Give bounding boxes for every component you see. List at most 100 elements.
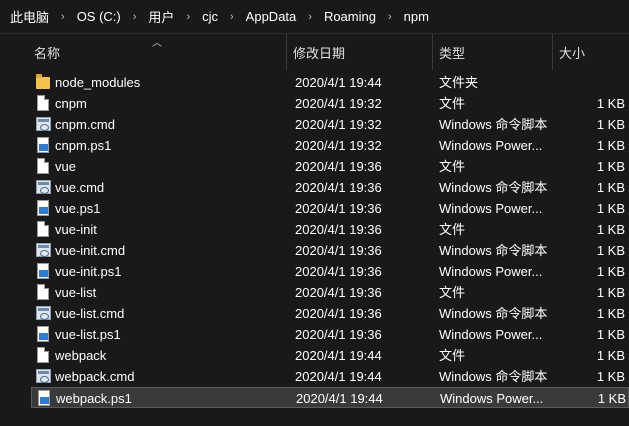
file-row[interactable]: vue-init 2020/4/1 19:36 文件 1 KB xyxy=(31,219,629,240)
cmd-script-icon-shape xyxy=(36,369,51,383)
file-name: vue-list.ps1 xyxy=(55,327,121,342)
file-size: 1 KB xyxy=(596,306,625,321)
powershell-script-icon xyxy=(35,137,51,154)
powershell-script-icon xyxy=(35,200,51,217)
file-date: 2020/4/1 19:36 xyxy=(295,243,382,258)
file-date: 2020/4/1 19:32 xyxy=(295,138,382,153)
file-icon xyxy=(35,284,51,301)
file-name: webpack.ps1 xyxy=(56,391,132,406)
file-type: Windows Power... xyxy=(439,201,543,216)
file-size: 1 KB xyxy=(596,159,625,174)
file-size: 1 KB xyxy=(596,138,625,153)
file-date: 2020/4/1 19:36 xyxy=(295,264,382,279)
file-type: Windows 命令脚本 xyxy=(439,306,548,321)
file-row[interactable]: webpack 2020/4/1 19:44 文件 1 KB xyxy=(31,345,629,366)
file-size: 1 KB xyxy=(596,117,625,132)
powershell-script-icon xyxy=(36,390,52,407)
powershell-script-icon-shape xyxy=(37,326,49,342)
file-row[interactable]: webpack.cmd 2020/4/1 19:44 Windows 命令脚本 1 K… xyxy=(31,366,629,387)
file-row[interactable]: node_modules 2020/4/1 19:44 文件夹 xyxy=(31,72,629,93)
chevron-right-icon[interactable]: › xyxy=(380,11,400,23)
column-header-date-label: 修改日期 xyxy=(293,45,346,61)
file-row[interactable]: vue-list.cmd 2020/4/1 19:36 Windows 命令脚本 1 … xyxy=(31,303,629,324)
chevron-right-icon[interactable]: › xyxy=(300,11,320,23)
breadcrumb-item-npm[interactable]: npm xyxy=(400,9,433,24)
file-icon xyxy=(35,158,51,175)
file-type: 文件 xyxy=(439,348,466,363)
file-date: 2020/4/1 19:44 xyxy=(295,75,382,90)
column-header-size-label: 大小 xyxy=(559,45,586,61)
breadcrumb-item-this-pc[interactable]: 此电脑 xyxy=(6,7,53,26)
breadcrumb-item-user[interactable]: cjc xyxy=(198,9,222,24)
column-header-size[interactable]: 大小 xyxy=(552,34,629,70)
cmd-script-icon-shape xyxy=(36,306,51,320)
column-header-type[interactable]: 类型 xyxy=(432,34,552,70)
file-type: 文件 xyxy=(439,285,466,300)
file-row[interactable]: vue.ps1 2020/4/1 19:36 Windows Power... 1 K… xyxy=(31,198,629,219)
breadcrumb-item-appdata[interactable]: AppData xyxy=(242,9,301,24)
file-row[interactable]: cnpm.cmd 2020/4/1 19:32 Windows 命令脚本 1 KB xyxy=(31,114,629,135)
file-row[interactable]: vue-init.ps1 2020/4/1 19:36 Windows Power.… xyxy=(31,261,629,282)
file-icon xyxy=(35,347,51,364)
cmd-script-icon xyxy=(35,305,51,322)
file-icon xyxy=(35,95,51,112)
file-type: Windows Power... xyxy=(439,138,543,153)
breadcrumb-item-roaming[interactable]: Roaming xyxy=(320,9,380,24)
file-date: 2020/4/1 19:44 xyxy=(295,369,382,384)
file-size xyxy=(555,72,625,93)
file-name: vue xyxy=(55,159,76,174)
file-size: 1 KB xyxy=(596,264,625,279)
file-size: 1 KB xyxy=(596,201,625,216)
file-type: Windows 命令脚本 xyxy=(439,180,548,195)
file-type: Windows Power... xyxy=(439,327,543,342)
powershell-script-icon-shape xyxy=(38,390,50,406)
file-name: vue-init.cmd xyxy=(55,243,126,258)
file-name: vue.ps1 xyxy=(55,201,101,216)
file-row[interactable]: webpack.ps1 2020/4/1 19:44 Windows Power..… xyxy=(31,387,629,408)
file-row[interactable]: vue 2020/4/1 19:36 文件 1 KB xyxy=(31,156,629,177)
file-name: vue.cmd xyxy=(55,180,105,195)
file-row[interactable]: vue-list.ps1 2020/4/1 19:36 Windows Power.… xyxy=(31,324,629,345)
file-row[interactable]: vue-list 2020/4/1 19:36 文件 1 KB xyxy=(31,282,629,303)
cmd-script-icon-shape xyxy=(36,180,51,194)
cmd-script-icon-shape xyxy=(36,117,51,131)
chevron-right-icon[interactable]: › xyxy=(222,11,242,23)
cmd-script-icon xyxy=(35,242,51,259)
file-type: 文件 xyxy=(439,96,466,111)
breadcrumb-item-users[interactable]: 用户 xyxy=(144,7,178,26)
file-row[interactable]: vue.cmd 2020/4/1 19:36 Windows 命令脚本 1 KB xyxy=(31,177,629,198)
file-row[interactable]: vue-init.cmd 2020/4/1 19:36 Windows 命令脚本 1 … xyxy=(31,240,629,261)
chevron-right-icon[interactable]: › xyxy=(53,11,73,23)
breadcrumb-item-drive[interactable]: OS (C:) xyxy=(73,9,125,24)
file-date: 2020/4/1 19:44 xyxy=(296,391,383,406)
chevron-right-icon[interactable]: › xyxy=(125,11,145,23)
file-name: vue-init.ps1 xyxy=(55,264,122,279)
powershell-script-icon xyxy=(35,326,51,343)
file-row[interactable]: cnpm.ps1 2020/4/1 19:32 Windows Power... 1 … xyxy=(31,135,629,156)
column-header-name[interactable]: 名称 xyxy=(28,34,286,70)
file-type: Windows 命令脚本 xyxy=(439,369,548,384)
file-icon-shape xyxy=(37,347,49,363)
file-name: vue-init xyxy=(55,222,97,237)
file-type: Windows Power... xyxy=(440,391,544,406)
file-row[interactable]: cnpm 2020/4/1 19:32 文件 1 KB xyxy=(31,93,629,114)
powershell-script-icon xyxy=(35,263,51,280)
cmd-script-icon xyxy=(35,179,51,196)
file-name: vue-list xyxy=(55,285,97,300)
file-name: cnpm.cmd xyxy=(55,117,115,132)
file-icon-shape xyxy=(37,158,49,174)
file-name: node_modules xyxy=(55,75,141,90)
file-date: 2020/4/1 19:36 xyxy=(295,285,382,300)
file-name: webpack xyxy=(55,348,107,363)
file-icon xyxy=(35,221,51,238)
file-name: cnpm xyxy=(55,96,87,111)
column-header-date[interactable]: 修改日期 xyxy=(286,34,432,70)
file-size: 1 KB xyxy=(596,243,625,258)
breadcrumb: 此电脑 › OS (C:) › 用户 › cjc › AppData › Roa… xyxy=(0,0,629,34)
chevron-right-icon[interactable]: › xyxy=(178,11,198,23)
file-date: 2020/4/1 19:32 xyxy=(295,96,382,111)
file-size: 1 KB xyxy=(596,369,625,384)
powershell-script-icon-shape xyxy=(37,263,49,279)
file-date: 2020/4/1 19:36 xyxy=(295,327,382,342)
file-date: 2020/4/1 19:44 xyxy=(295,348,382,363)
